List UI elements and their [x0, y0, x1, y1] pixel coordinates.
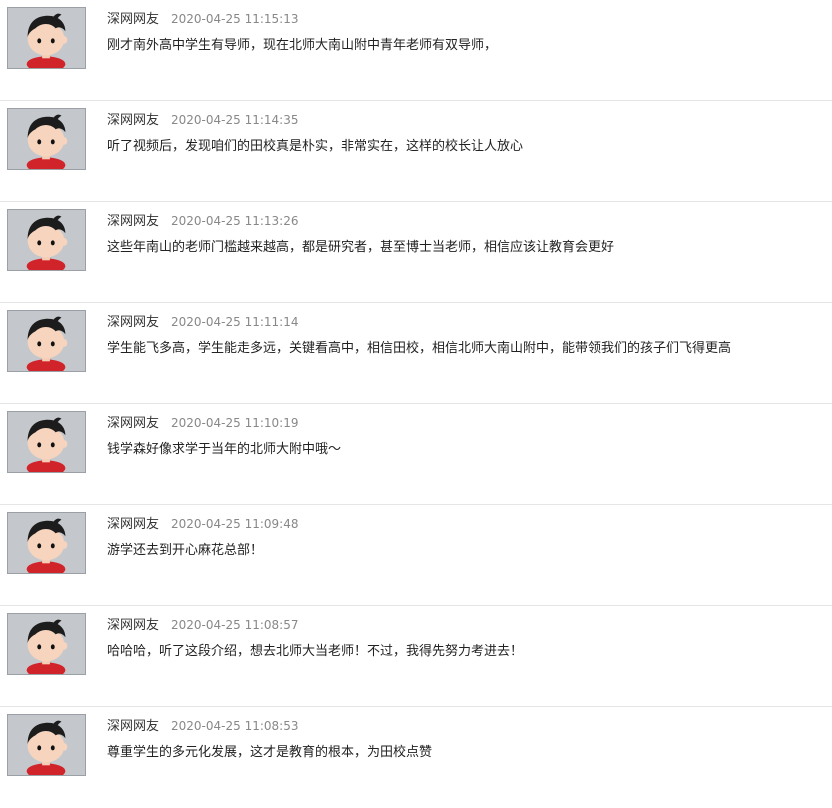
timestamp: 2020-04-25 11:09:48	[171, 517, 299, 531]
cartoon-boy-avatar-icon	[8, 109, 85, 169]
username: 深网网友	[107, 214, 160, 229]
comment-item: 深网网友 2020-04-25 11:11:14 学生能飞多高，学生能走多远，关键…	[0, 303, 832, 404]
avatar[interactable]	[7, 411, 86, 473]
avatar[interactable]	[7, 209, 86, 271]
cartoon-boy-avatar-icon	[8, 715, 85, 775]
comment-text: 游学还去到开心麻花总部！	[107, 543, 264, 558]
username: 深网网友	[107, 719, 160, 734]
timestamp: 2020-04-25 11:15:13	[171, 12, 299, 26]
cartoon-boy-avatar-icon	[8, 614, 85, 674]
username: 深网网友	[107, 416, 160, 431]
avatar[interactable]	[7, 310, 86, 372]
username: 深网网友	[107, 618, 160, 633]
comment-text: 这些年南山的老师门槛越来越高，都是研究者，甚至博士当老师，相信应该让教育会更好	[107, 240, 615, 255]
comment-meta: 深网网友 2020-04-25 11:08:57	[107, 614, 298, 634]
comment-text: 刚才南外高中学生有导师，现在北师大南山附中青年老师有双导师，	[107, 38, 498, 53]
comment-text: 尊重学生的多元化发展，这才是教育的根本，为田校点赞	[107, 745, 433, 760]
timestamp: 2020-04-25 11:11:14	[171, 315, 299, 329]
comment-meta: 深网网友 2020-04-25 11:15:13	[107, 8, 298, 28]
comment-item: 深网网友 2020-04-25 11:09:48 游学还去到开心麻花总部！	[0, 505, 832, 606]
username: 深网网友	[107, 517, 160, 532]
avatar[interactable]	[7, 512, 86, 574]
cartoon-boy-avatar-icon	[8, 210, 85, 270]
comment-meta: 深网网友 2020-04-25 11:14:35	[107, 109, 298, 129]
username: 深网网友	[107, 12, 160, 27]
avatar[interactable]	[7, 108, 86, 170]
timestamp: 2020-04-25 11:08:57	[171, 618, 299, 632]
comment-meta: 深网网友 2020-04-25 11:13:26	[107, 210, 298, 230]
avatar[interactable]	[7, 714, 86, 776]
comment-list: 深网网友 2020-04-25 11:15:13 刚才南外高中学生有导师，现在北师…	[0, 0, 832, 808]
comment-text: 听了视频后，发现咱们的田校真是朴实，非常实在，这样的校长让人放心	[107, 139, 524, 154]
timestamp: 2020-04-25 11:14:35	[171, 113, 299, 127]
comment-item: 深网网友 2020-04-25 11:15:13 刚才南外高中学生有导师，现在北师…	[0, 0, 832, 101]
comment-text: 哈哈哈，听了这段介绍，想去北师大当老师！不过，我得先努力考进去！	[107, 644, 524, 659]
comment-meta: 深网网友 2020-04-25 11:08:53	[107, 715, 298, 735]
comment-item: 深网网友 2020-04-25 11:10:19 钱学森好像求学于当年的北师大附中…	[0, 404, 832, 505]
comment-meta: 深网网友 2020-04-25 11:11:14	[107, 311, 298, 331]
cartoon-boy-avatar-icon	[8, 8, 85, 68]
comment-item: 深网网友 2020-04-25 11:08:53 尊重学生的多元化发展，这才是教育…	[0, 707, 832, 808]
avatar[interactable]	[7, 613, 86, 675]
cartoon-boy-avatar-icon	[8, 513, 85, 573]
comment-text: 钱学森好像求学于当年的北师大附中哦～	[107, 442, 342, 457]
timestamp: 2020-04-25 11:13:26	[171, 214, 299, 228]
username: 深网网友	[107, 113, 160, 128]
comment-item: 深网网友 2020-04-25 11:13:26 这些年南山的老师门槛越来越高，都…	[0, 202, 832, 303]
comment-item: 深网网友 2020-04-25 11:14:35 听了视频后，发现咱们的田校真是朴…	[0, 101, 832, 202]
comment-meta: 深网网友 2020-04-25 11:10:19	[107, 412, 298, 432]
cartoon-boy-avatar-icon	[8, 412, 85, 472]
username: 深网网友	[107, 315, 160, 330]
comment-meta: 深网网友 2020-04-25 11:09:48	[107, 513, 298, 533]
comment-item: 深网网友 2020-04-25 11:08:57 哈哈哈，听了这段介绍，想去北师大…	[0, 606, 832, 707]
timestamp: 2020-04-25 11:08:53	[171, 719, 299, 733]
cartoon-boy-avatar-icon	[8, 311, 85, 371]
avatar[interactable]	[7, 7, 86, 69]
timestamp: 2020-04-25 11:10:19	[171, 416, 299, 430]
comment-text: 学生能飞多高，学生能走多远，关键看高中，相信田校，相信北师大南山附中，能带领我们…	[107, 341, 732, 356]
